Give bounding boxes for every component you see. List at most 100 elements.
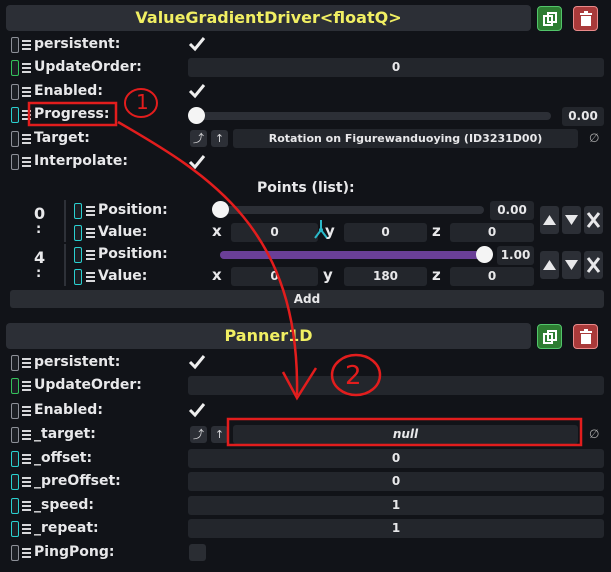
field-menu-icon[interactable]	[22, 477, 31, 487]
point-y-input[interactable]: 0	[344, 223, 427, 242]
field-menu-icon[interactable]	[22, 381, 31, 391]
point-position-label: Position:	[98, 202, 168, 218]
ping-pong-checkbox[interactable]	[189, 544, 206, 561]
progress-value[interactable]: 0.00	[562, 107, 604, 126]
trash-icon	[579, 11, 592, 26]
point-position-handle[interactable]	[476, 246, 493, 263]
field-drag-icon[interactable]	[74, 247, 82, 263]
speed-label: _speed:	[34, 497, 94, 513]
field-menu-icon[interactable]	[22, 358, 31, 368]
field-drag-icon[interactable]	[11, 498, 19, 514]
update-order-input[interactable]	[188, 376, 604, 395]
field-drag-icon[interactable]	[11, 131, 19, 147]
remove-point-button[interactable]	[584, 251, 603, 279]
persistent-checkbox[interactable]	[188, 353, 206, 371]
field-drag-icon[interactable]	[11, 474, 19, 490]
field-menu-icon[interactable]	[22, 110, 31, 120]
pre-offset-input[interactable]: 0	[188, 472, 604, 491]
offset-label: _offset:	[34, 450, 93, 466]
move-down-button[interactable]	[562, 251, 581, 279]
progress-slider-handle[interactable]	[188, 107, 205, 124]
interpolate-checkbox[interactable]	[188, 153, 206, 171]
target-label: Target:	[34, 130, 90, 146]
field-menu-icon[interactable]	[22, 40, 31, 50]
clear-reference-icon[interactable]: ∅	[589, 131, 599, 145]
reference-up-icon[interactable]: ↑	[211, 426, 228, 443]
point-position-handle[interactable]	[212, 201, 229, 218]
field-menu-icon[interactable]	[22, 548, 31, 558]
field-drag-icon[interactable]	[11, 403, 19, 419]
point-group-border	[64, 200, 66, 242]
component-title-panner1d: Panner1D	[6, 323, 531, 349]
field-menu-icon[interactable]	[22, 63, 31, 73]
repeat-input[interactable]: 1	[188, 519, 604, 538]
field-drag-icon[interactable]	[11, 427, 19, 443]
point-position-value[interactable]: 0.00	[490, 201, 534, 220]
field-menu-icon[interactable]	[22, 454, 31, 464]
points-list-header: Points (list):	[257, 180, 355, 196]
target-reference-field[interactable]: null	[233, 425, 578, 444]
point-y-input[interactable]: 180	[344, 267, 427, 286]
reference-jump-icon[interactable]: ⤴	[190, 426, 207, 443]
remove-point-button[interactable]	[584, 206, 603, 234]
progress-slider-track[interactable]	[196, 112, 551, 120]
duplicate-component-button[interactable]	[537, 324, 562, 349]
point-z-input[interactable]: 0	[450, 267, 534, 286]
field-drag-icon[interactable]	[74, 225, 82, 241]
field-menu-icon[interactable]	[86, 206, 95, 216]
field-menu-icon[interactable]	[22, 134, 31, 144]
field-drag-icon[interactable]	[11, 378, 19, 394]
point-position-label: Position:	[98, 246, 168, 262]
field-drag-icon[interactable]	[11, 355, 19, 371]
clear-reference-icon[interactable]: ∅	[589, 427, 599, 441]
offset-input[interactable]: 0	[188, 449, 604, 468]
axis-x-label: x	[212, 222, 222, 240]
speed-input[interactable]: 1	[188, 496, 604, 515]
field-drag-icon[interactable]	[11, 545, 19, 561]
enabled-checkbox[interactable]	[188, 82, 206, 100]
enabled-checkbox[interactable]	[188, 401, 206, 419]
delete-component-button[interactable]	[573, 324, 598, 349]
field-drag-icon[interactable]	[11, 60, 19, 76]
reference-up-icon[interactable]: ↑	[211, 130, 228, 147]
field-menu-icon[interactable]	[22, 87, 31, 97]
field-drag-icon[interactable]	[11, 521, 19, 537]
close-icon	[586, 212, 601, 228]
point-value-label: Value:	[98, 268, 148, 284]
point-position-value[interactable]: 1.00	[497, 246, 534, 265]
reference-jump-icon[interactable]: ⤴	[190, 130, 207, 147]
point-z-input[interactable]: 0	[450, 223, 534, 242]
move-up-button[interactable]	[540, 206, 559, 234]
field-drag-icon[interactable]	[11, 37, 19, 53]
duplicate-component-button[interactable]	[537, 6, 562, 31]
field-menu-icon[interactable]	[86, 228, 95, 238]
field-menu-icon[interactable]	[86, 250, 95, 260]
field-menu-icon[interactable]	[22, 524, 31, 534]
persistent-label: persistent:	[34, 354, 121, 370]
field-drag-icon[interactable]	[74, 269, 82, 285]
field-drag-icon[interactable]	[11, 451, 19, 467]
field-menu-icon[interactable]	[86, 272, 95, 282]
point-x-input[interactable]: 0	[231, 223, 318, 242]
field-menu-icon[interactable]	[22, 430, 31, 440]
field-drag-icon[interactable]	[11, 154, 19, 170]
point-value-label: Value:	[98, 224, 148, 240]
target-reference-field[interactable]: Rotation on Figurewanduoying (ID3231D00)	[233, 129, 578, 148]
field-menu-icon[interactable]	[22, 406, 31, 416]
arrow-up-icon	[543, 260, 556, 270]
delete-component-button[interactable]	[573, 6, 598, 31]
field-drag-icon[interactable]	[11, 107, 19, 123]
add-point-button[interactable]: Add	[10, 290, 604, 308]
move-down-button[interactable]	[562, 206, 581, 234]
update-order-input[interactable]: 0	[188, 58, 604, 77]
field-menu-icon[interactable]	[22, 501, 31, 511]
persistent-checkbox[interactable]	[188, 35, 206, 53]
move-up-button[interactable]	[540, 251, 559, 279]
point-position-slider[interactable]	[220, 206, 484, 214]
repeat-label: _repeat:	[34, 520, 99, 536]
field-menu-icon[interactable]	[22, 157, 31, 167]
field-drag-icon[interactable]	[11, 84, 19, 100]
field-drag-icon[interactable]	[74, 203, 82, 219]
point-x-input[interactable]: 0	[231, 267, 318, 286]
enabled-label: Enabled:	[34, 402, 103, 418]
